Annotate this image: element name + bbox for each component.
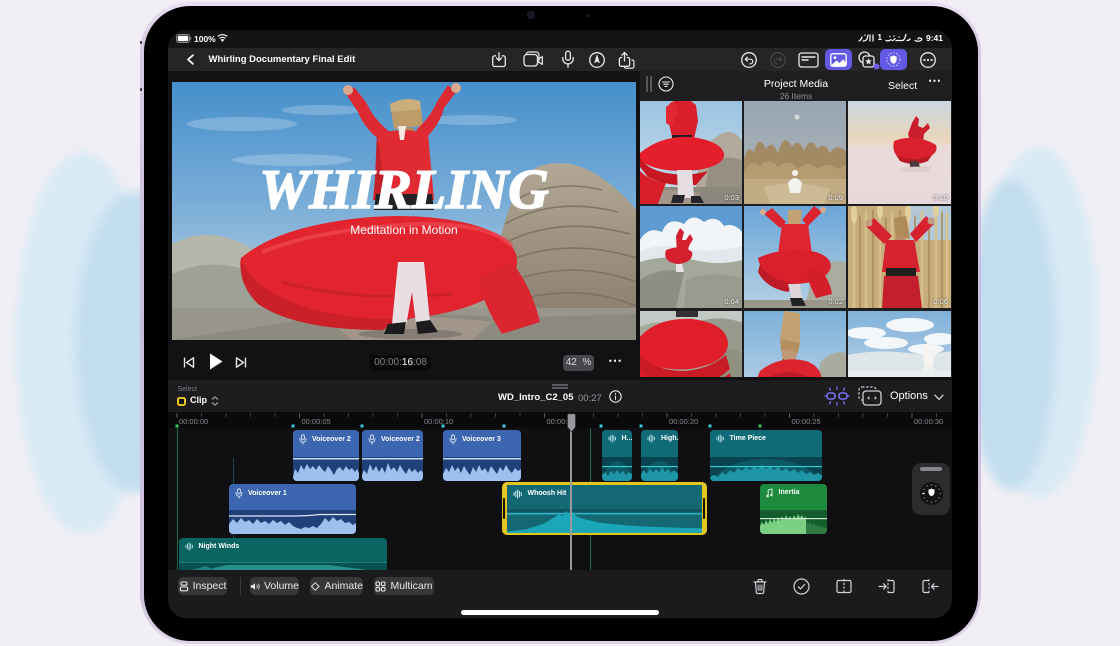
svg-text:00:00:20: 00:00:20 (669, 417, 698, 426)
svg-text:00:00:00: 00:00:00 (179, 417, 208, 426)
svg-text:00:00:25: 00:00:25 (792, 417, 821, 426)
svg-text:00:00:10: 00:00:10 (424, 417, 453, 426)
svg-text:00:00:30: 00:00:30 (914, 417, 943, 426)
svg-text:00:00:05: 00:00:05 (302, 417, 331, 426)
